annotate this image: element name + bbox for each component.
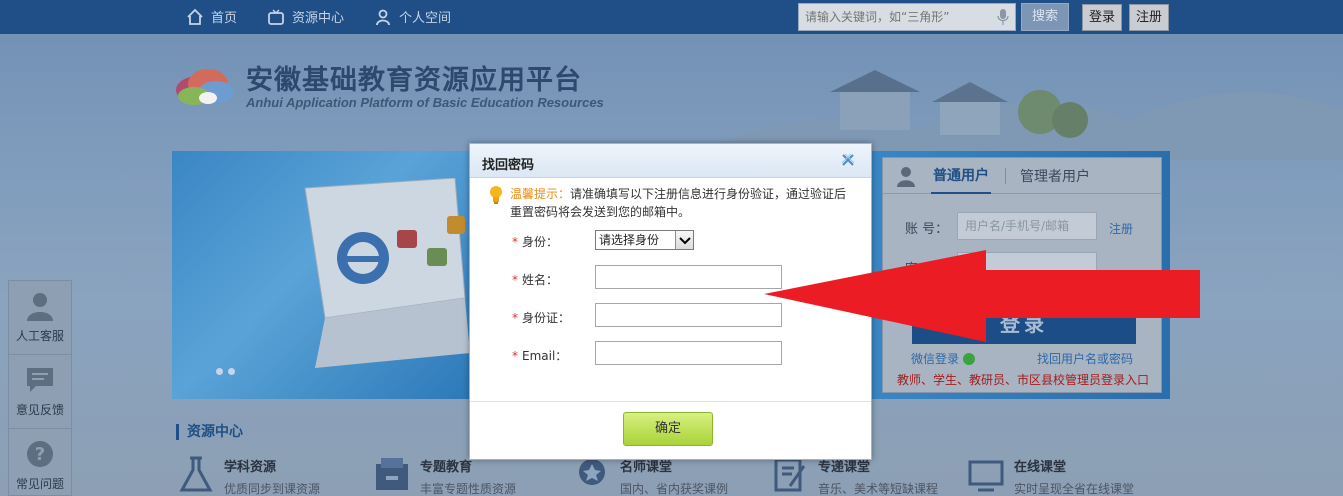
close-icon[interactable]	[841, 153, 855, 167]
side-item-feedback[interactable]: 意见反馈	[9, 355, 71, 429]
tip-label: 温馨提示：	[510, 187, 571, 201]
tv-icon	[268, 8, 284, 25]
dialog-footer: 确定	[470, 401, 871, 459]
identity-label-text: 身份：	[522, 235, 559, 249]
search-button[interactable]: 搜索	[1021, 3, 1069, 31]
nav-personal-space[interactable]: 个人空间	[374, 7, 451, 26]
laptop-illustration	[304, 178, 470, 368]
user-icon	[897, 166, 915, 187]
home-icon	[187, 8, 203, 25]
required-mark: *	[512, 311, 518, 325]
top-nav: 首页 资源中心 个人空间	[186, 7, 451, 26]
top-login-button[interactable]: 登录	[1082, 4, 1122, 31]
tip-text: 温馨提示：请准确填写以下注册信息进行身份验证，通过验证后 重置密码将会发送到您的…	[488, 185, 858, 221]
resource-item-title: 在线课堂	[1014, 460, 1067, 475]
monitor-icon	[968, 460, 1004, 492]
confirm-button[interactable]: 确定	[623, 412, 713, 446]
dialog-title: 找回密码	[482, 158, 535, 173]
name-label-text: 姓名：	[522, 273, 559, 287]
dialog-header: 找回密码	[470, 144, 871, 178]
resource-item-sub: 优质同步到课资源	[224, 482, 321, 496]
search-input[interactable]	[799, 4, 989, 30]
account-input[interactable]: 用户名/手机号/邮箱	[957, 212, 1097, 240]
scenery-illustration	[700, 70, 1343, 160]
name-label: * 姓名：	[512, 271, 558, 288]
nav-personal-label: 个人空间	[399, 11, 452, 26]
carousel-dots	[216, 368, 235, 375]
wechat-login-label: 微信登录	[911, 352, 960, 366]
nav-resource-center[interactable]: 资源中心	[267, 7, 344, 26]
identity-label: * 身份：	[512, 233, 558, 250]
search-box	[798, 3, 1016, 31]
account-label: 账 号：	[905, 222, 949, 237]
tip-text-line2: 重置密码将会发送到您的邮箱中。	[510, 205, 691, 219]
flask-icon	[179, 456, 213, 492]
required-mark: *	[512, 349, 518, 363]
svg-text:?: ?	[35, 444, 45, 465]
chevron-down-icon[interactable]	[675, 231, 693, 249]
email-input[interactable]	[595, 341, 782, 365]
email-label-text: Email：	[522, 349, 568, 363]
tab-admin-user[interactable]: 管理者用户	[1020, 166, 1090, 186]
resource-item-sub: 音乐、美术等短缺课程	[818, 482, 939, 496]
id-card-input[interactable]	[595, 303, 782, 327]
carousel-dot[interactable]	[228, 368, 235, 375]
tab-separator	[1005, 167, 1006, 184]
panel-register-link[interactable]: 注册	[1109, 220, 1133, 237]
feedback-icon	[27, 368, 53, 392]
nav-home-label: 首页	[211, 11, 238, 26]
wechat-icon	[963, 352, 976, 365]
side-item-faq[interactable]: ? 常见问题	[9, 429, 71, 496]
side-item-label: 人工客服	[15, 329, 64, 343]
identity-select-value: 请选择身份	[599, 233, 660, 247]
wechat-login-link[interactable]: 微信登录	[911, 350, 976, 367]
medal-icon	[579, 459, 605, 485]
tab-normal-user[interactable]: 普通用户	[931, 158, 991, 194]
side-item-label: 意见反馈	[15, 403, 64, 417]
carousel-dot[interactable]	[216, 368, 223, 375]
find-account-link[interactable]: 找回用户名或密码	[1037, 350, 1133, 367]
tip-text-line1: 请准确填写以下注册信息进行身份验证，通过验证后	[570, 187, 847, 201]
resource-item-title: 专题教育	[420, 460, 473, 475]
login-notice: 教师、学生、教研员、市区县校管理员登录入口	[897, 373, 1150, 387]
dialog-tip: 温馨提示：请准确填写以下注册信息进行身份验证，通过验证后 重置密码将会发送到您的…	[488, 185, 858, 221]
side-item-customer-service[interactable]: 人工客服	[9, 281, 71, 355]
required-mark: *	[512, 273, 518, 287]
lightbulb-icon	[490, 186, 502, 204]
platform-title-en: Anhui Application Platform of Basic Educ…	[246, 95, 604, 110]
id-card-label: * 身份证：	[512, 309, 570, 326]
platform-title-cn: 安徽基础教育资源应用平台	[246, 65, 582, 96]
email-label: * Email：	[512, 347, 567, 364]
resource-item-sub: 国内、省内获奖课例	[620, 482, 729, 496]
login-tabs: 普通用户 管理者用户	[883, 158, 1161, 194]
required-mark: *	[512, 235, 518, 249]
nav-resource-label: 资源中心	[292, 11, 345, 26]
microphone-icon[interactable]	[997, 9, 1009, 25]
resource-center-title: 资源中心	[176, 424, 243, 440]
top-bar: 首页 资源中心 个人空间 搜索 登录 注册	[0, 0, 1343, 34]
tray-icon	[376, 458, 408, 490]
resource-item-sub: 实时呈现全省在线课堂	[1014, 482, 1135, 496]
identity-select[interactable]: 请选择身份	[595, 230, 694, 250]
resource-item-sub: 丰富专题性质资源	[420, 482, 517, 496]
side-toolbar: 人工客服 意见反馈 ? 常见问题	[8, 280, 72, 496]
question-icon: ?	[27, 441, 53, 467]
name-input[interactable]	[595, 265, 782, 289]
agent-icon	[27, 293, 53, 321]
id-card-label-text: 身份证：	[522, 311, 571, 325]
nav-home[interactable]: 首页	[186, 7, 237, 26]
side-item-label: 常见问题	[15, 477, 64, 491]
person-icon	[376, 9, 390, 25]
red-arrow-annotation	[764, 250, 1200, 342]
top-register-button[interactable]: 注册	[1129, 4, 1169, 31]
resource-item-title: 学科资源	[224, 460, 277, 475]
platform-logo	[176, 69, 234, 105]
edit-doc-icon	[774, 458, 806, 492]
